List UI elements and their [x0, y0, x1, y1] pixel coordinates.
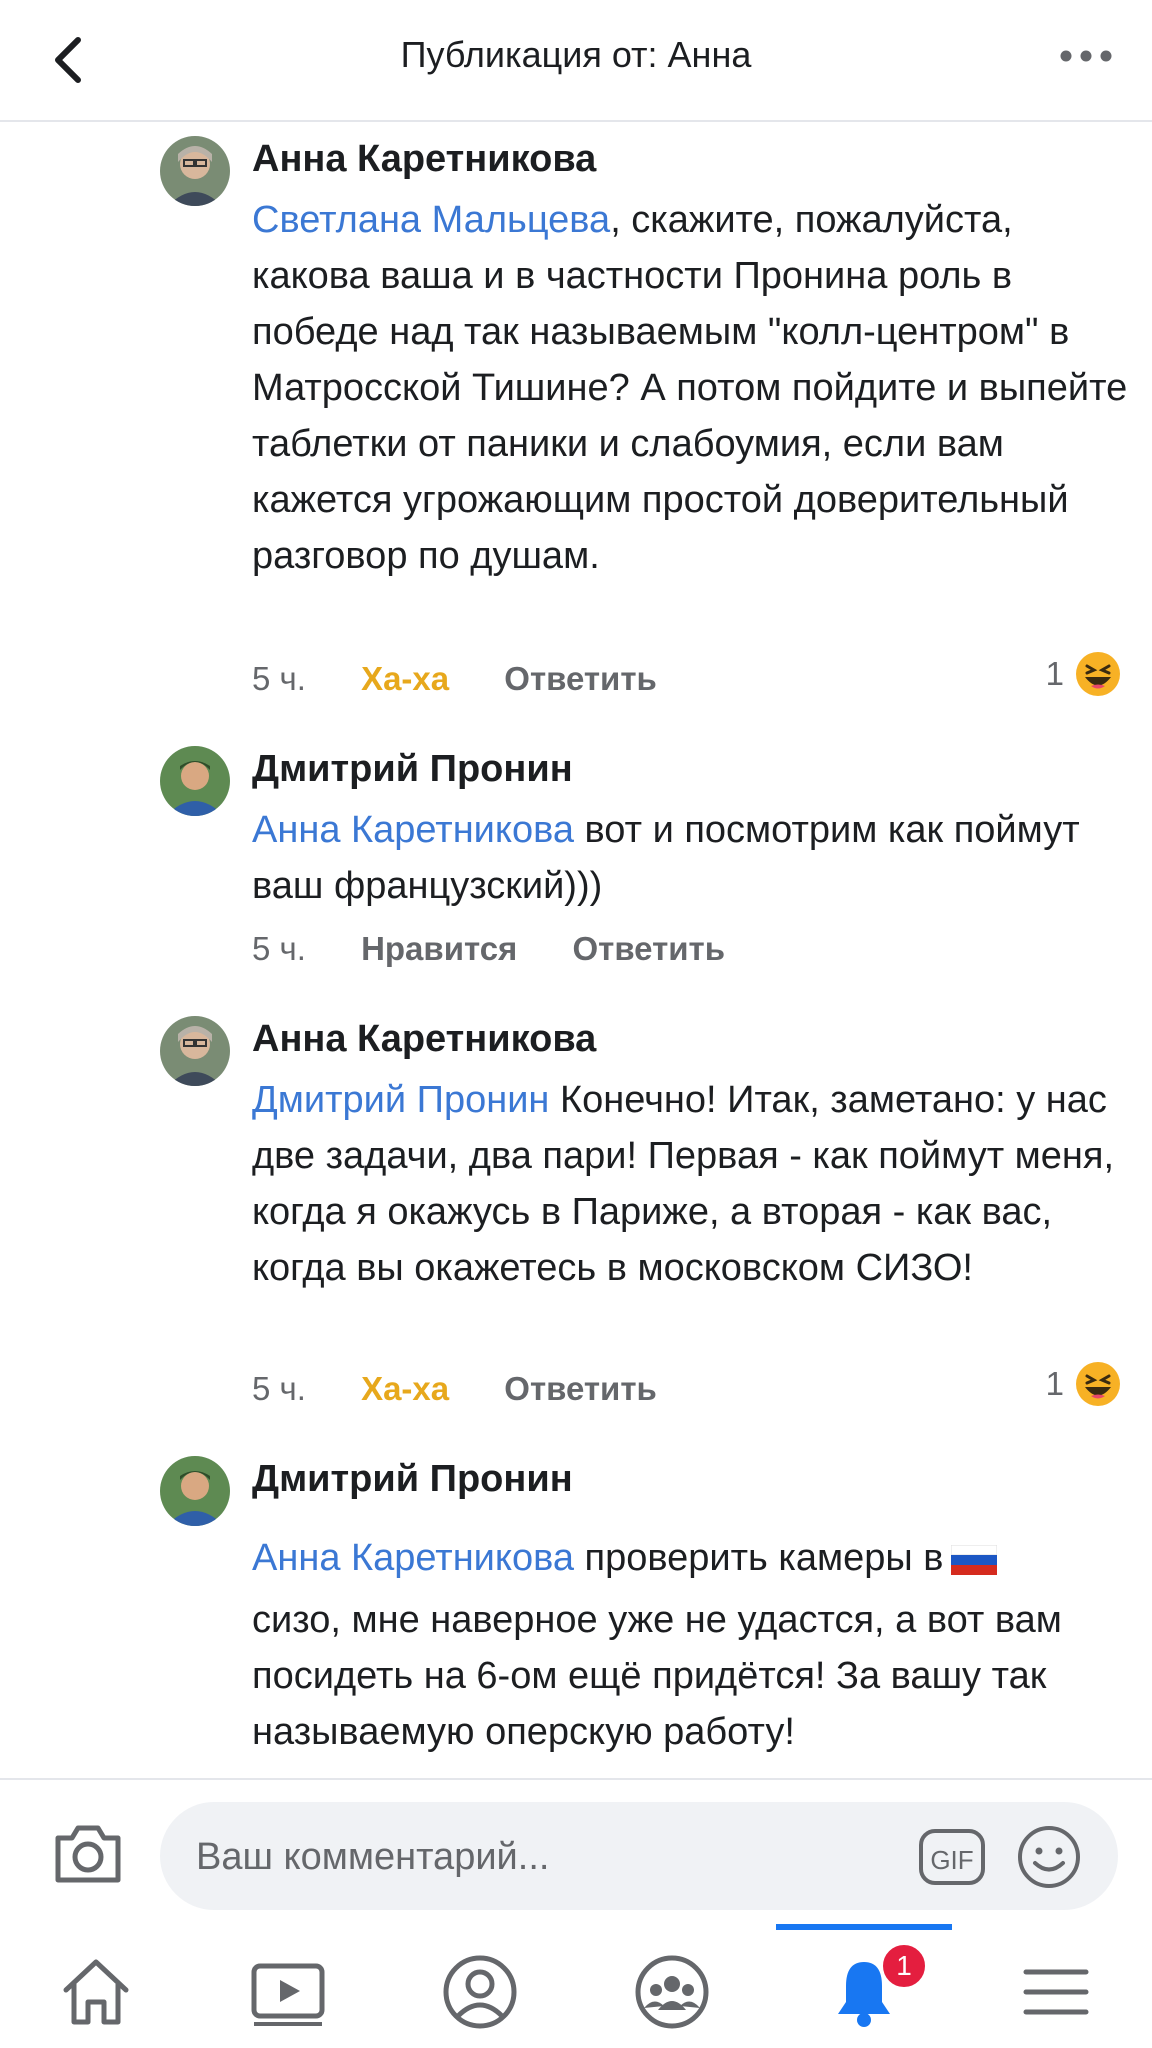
- comment-composer: Ваш комментарий... GIF: [0, 1778, 1152, 1926]
- mention-link[interactable]: Анна Каретникова: [252, 1537, 574, 1579]
- comment-text: сизо, мне наверное уже не удастся, а вот…: [252, 1599, 1062, 1753]
- comment-author[interactable]: Дмитрий Пронин: [252, 748, 573, 791]
- avatar[interactable]: [160, 1456, 230, 1526]
- like-button[interactable]: Нравится: [361, 930, 517, 968]
- top-bar: Публикация от: Анна: [0, 0, 1152, 122]
- reaction-summary[interactable]: 1: [1046, 1360, 1122, 1408]
- groups-icon[interactable]: [632, 1952, 712, 2032]
- comment-author[interactable]: Анна Каретникова: [252, 1018, 596, 1061]
- comment-body: проверить камеры в: [573, 1537, 944, 1579]
- home-icon[interactable]: [56, 1952, 136, 2032]
- comment-author[interactable]: Дмитрий Пронин: [252, 1458, 573, 1501]
- reaction-count: 1: [1045, 655, 1064, 692]
- mention-link[interactable]: Дмитрий Пронин: [252, 1079, 549, 1121]
- active-tab-indicator: [776, 1924, 952, 1930]
- reply-button[interactable]: Ответить: [504, 660, 657, 698]
- mention-link[interactable]: Светлана Мальцева: [252, 199, 610, 241]
- comment-text: Дмитрий Пронин Конечно! Итак, заметано: …: [252, 1072, 1132, 1296]
- page-title: Публикация от: Анна: [400, 34, 752, 75]
- profile-icon[interactable]: [440, 1952, 520, 2032]
- comment-input-placeholder: Ваш комментарий...: [196, 1836, 550, 1878]
- mention-link[interactable]: Анна Каретникова: [252, 809, 574, 851]
- comment-time: 5 ч.: [252, 930, 306, 967]
- avatar[interactable]: [160, 746, 230, 816]
- comment-body: , скажите, пожалуйста, какова ваша и в ч…: [252, 199, 1128, 577]
- notification-badge: 1: [880, 1942, 928, 1990]
- comment-time: 5 ч.: [252, 660, 306, 697]
- reply-button[interactable]: Ответить: [504, 1370, 657, 1408]
- reaction-button[interactable]: Ха-ха: [361, 660, 449, 698]
- gif-icon[interactable]: GIF: [918, 1828, 986, 1886]
- comments-list: Анна Каретникова Светлана Мальцева, скаж…: [0, 122, 1152, 1778]
- comment-text: Анна Каретникова вот и посмотрим как пой…: [252, 802, 1132, 914]
- bottom-nav: 1: [0, 1924, 1152, 2048]
- comment-input[interactable]: Ваш комментарий... GIF: [160, 1802, 1118, 1910]
- emoji-icon[interactable]: [1016, 1824, 1082, 1890]
- comment-time: 5 ч.: [252, 1370, 306, 1407]
- reaction-button[interactable]: Ха-ха: [361, 1370, 449, 1408]
- avatar[interactable]: [160, 1016, 230, 1086]
- comment-text-line: Анна Каретникова проверить камеры в: [252, 1530, 1132, 1586]
- reaction-summary[interactable]: 1: [1046, 650, 1122, 698]
- more-options-icon[interactable]: [1056, 40, 1116, 72]
- reply-button[interactable]: Ответить: [573, 930, 726, 968]
- avatar[interactable]: [160, 136, 230, 206]
- comment-actions: 5 ч. Ха-ха Ответить: [252, 660, 657, 698]
- video-icon[interactable]: [248, 1952, 328, 2032]
- menu-icon[interactable]: [1016, 1952, 1096, 2032]
- reaction-count: 1: [1045, 1365, 1064, 1402]
- camera-icon[interactable]: [52, 1820, 124, 1886]
- comment-author[interactable]: Анна Каретникова: [252, 138, 596, 181]
- comment-actions: 5 ч. Ха-ха Ответить: [252, 1370, 657, 1408]
- haha-emoji-icon: [1076, 652, 1120, 696]
- comment-actions: 5 ч. Нравится Ответить: [252, 930, 725, 968]
- comment-text: Светлана Мальцева, скажите, пожалуйста, …: [252, 192, 1132, 584]
- russia-flag-icon: [951, 1544, 998, 1575]
- haha-emoji-icon: [1076, 1362, 1120, 1406]
- gif-label: GIF: [930, 1845, 973, 1875]
